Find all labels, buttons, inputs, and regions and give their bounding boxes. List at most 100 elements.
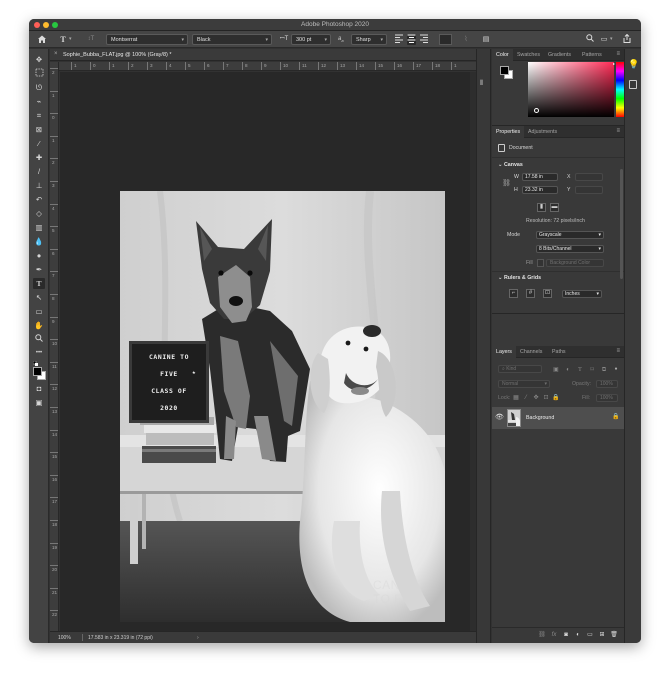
character-panel-icon[interactable]: ▤ [481, 34, 491, 45]
color-picker-ring[interactable] [534, 108, 539, 113]
hand-tool-icon[interactable]: ✋ [33, 320, 45, 331]
libraries-icon[interactable] [629, 80, 637, 89]
tab-color[interactable]: Color [492, 49, 513, 61]
tab-adjustments[interactable]: Adjustments [524, 126, 561, 138]
home-icon[interactable] [36, 34, 48, 45]
brush-tool-icon[interactable]: / [33, 166, 45, 177]
horizontal-ruler[interactable]: 1 0 1 2 3 4 5 6 7 8 9 10 11 12 13 14 15 16 17 18 1 [59, 62, 476, 71]
bit-depth-select[interactable]: 8 Bits/Channel ▾ [536, 245, 604, 253]
add-mask-icon[interactable]: ◙ [562, 631, 570, 639]
layer-effects-icon[interactable]: fx [550, 631, 558, 639]
share-icon[interactable] [622, 33, 632, 45]
history-brush-tool-icon[interactable]: ↶ [33, 194, 45, 205]
marquee-tool-icon[interactable] [33, 68, 45, 79]
filter-pixel-icon[interactable]: ▣ [552, 366, 560, 374]
lock-image-icon[interactable]: ⁄ [522, 394, 530, 402]
mode-select[interactable]: Grayscale ▾ [536, 231, 604, 239]
tab-patterns[interactable]: Patterns [578, 49, 606, 61]
lock-all-icon[interactable]: 🔒 [552, 394, 560, 402]
layer-lock-icon[interactable]: 🔒 [612, 413, 619, 420]
panel-foreground-swatch[interactable] [500, 66, 509, 75]
pen-tool-icon[interactable]: ✒ [33, 264, 45, 275]
align-right-button[interactable] [420, 34, 428, 45]
edit-toolbar-icon[interactable]: ••• [33, 348, 45, 359]
document-photo[interactable]: CANINE TO FIVE ★ CLASS OF 2020 CANINE TO… [120, 191, 445, 622]
lock-artboard-icon[interactable]: ⊡ [542, 394, 550, 402]
hue-slider-handle-icon[interactable]: ▸ [613, 61, 615, 66]
rectangle-tool-icon[interactable]: ▭ [33, 306, 45, 317]
fill-swatch[interactable] [537, 259, 544, 267]
eyedropper-tool-icon[interactable]: ⁄ [33, 138, 45, 149]
text-color-swatch[interactable] [439, 34, 452, 45]
lasso-tool-icon[interactable]: ᘎ [33, 82, 45, 93]
filter-shape-icon[interactable]: ⌑ [588, 366, 596, 374]
fill-opacity-input[interactable]: 100% [596, 394, 618, 402]
tab-paths[interactable]: Paths [548, 346, 570, 358]
layer-row-background[interactable]: 👁 Background 🔒 [492, 407, 624, 429]
screen-mode-icon[interactable]: ▣ [33, 397, 45, 408]
layer-filter-select[interactable]: ⌕ Kind [498, 365, 542, 373]
crop-tool-icon[interactable]: ⌗ [33, 110, 45, 121]
horizontal-type-tool-icon[interactable]: T [33, 278, 45, 289]
default-colors-icon[interactable] [32, 360, 38, 366]
grid-toggle-button[interactable]: # [526, 289, 535, 298]
workspace-icon[interactable]: ▭ [599, 34, 609, 45]
filter-smart-object-icon[interactable]: ⧉ [600, 366, 608, 374]
link-layers-icon[interactable]: ⛓ [538, 631, 546, 639]
filter-toggle-icon[interactable]: ● [612, 365, 620, 373]
tool-preset-chevron-icon[interactable]: ▾ [69, 34, 74, 45]
landscape-orientation-button[interactable]: ▬ [550, 203, 559, 212]
layer-name[interactable]: Background [526, 415, 554, 421]
link-dimensions-icon[interactable]: ⛓ [502, 179, 511, 187]
frame-tool-icon[interactable]: ⊠ [33, 124, 45, 135]
status-menu-icon[interactable]: › [197, 635, 199, 641]
foreground-color-swatch[interactable] [33, 367, 42, 376]
filter-type-icon[interactable]: T [576, 366, 584, 374]
orientation-toggle-icon[interactable]: ↕T [85, 34, 97, 45]
clone-stamp-tool-icon[interactable]: ⊥ [33, 180, 45, 191]
quick-mask-icon[interactable]: ◘ [33, 383, 45, 394]
blend-mode-select[interactable]: Normal ▾ [498, 380, 550, 388]
zoom-level[interactable]: 100% [58, 635, 71, 641]
canvas-pasteboard[interactable]: CANINE TO FIVE ★ CLASS OF 2020 CANINE TO… [60, 72, 476, 640]
new-adjustment-layer-icon[interactable]: ◐ [574, 631, 582, 639]
search-icon[interactable] [585, 34, 595, 45]
eraser-tool-icon[interactable]: ◇ [33, 208, 45, 219]
color-field[interactable] [528, 62, 614, 117]
portrait-orientation-button[interactable]: ▮ [537, 203, 546, 212]
font-size-select[interactable]: 300 pt ▾ [291, 34, 331, 45]
tab-swatches[interactable]: Swatches [513, 49, 544, 61]
rulers-grids-section-header[interactable]: ⌄ Rulers & Grids [498, 275, 541, 281]
ruler-units-select[interactable]: Inches ▾ [562, 290, 602, 298]
filter-adjustment-icon[interactable]: ◐ [564, 366, 572, 374]
panel-menu-icon[interactable]: ≡ [616, 128, 620, 134]
vertical-ruler[interactable]: 2101234567891011121314151617181920212223 [50, 62, 59, 643]
warp-text-icon[interactable]: ⌇ [461, 34, 471, 45]
new-layer-icon[interactable]: ⊞ [598, 631, 606, 639]
lock-position-icon[interactable]: ✥ [532, 394, 540, 402]
font-style-select[interactable]: Black ▾ [192, 34, 272, 45]
tab-gradients[interactable]: Gradients [544, 49, 575, 61]
opacity-input[interactable]: 100% [596, 380, 618, 388]
fill-select[interactable]: Background Color [546, 259, 604, 267]
layer-visibility-eye-icon[interactable]: 👁 [495, 413, 504, 421]
guides-toggle-button[interactable]: ⊡ [543, 289, 552, 298]
dodge-tool-icon[interactable]: ● [33, 250, 45, 261]
x-input[interactable] [575, 173, 603, 181]
properties-scrollbar[interactable] [620, 169, 623, 279]
quick-selection-tool-icon[interactable]: ⌁ [33, 96, 45, 107]
type-tool-icon[interactable]: T [56, 34, 70, 45]
rulers-toggle-button[interactable]: ⌐ [509, 289, 518, 298]
height-input[interactable]: 23.32 in [522, 186, 558, 194]
align-left-button[interactable] [395, 34, 403, 45]
new-group-icon[interactable]: ▭ [586, 631, 594, 639]
panel-menu-icon[interactable]: ≡ [616, 51, 620, 57]
close-tab-icon[interactable]: × [54, 51, 58, 57]
move-tool-icon[interactable]: ✥ [33, 54, 45, 65]
tab-channels[interactable]: Channels [516, 346, 546, 358]
hue-slider[interactable] [616, 62, 624, 117]
learn-icon[interactable]: 💡 [628, 59, 639, 70]
path-selection-tool-icon[interactable]: ↖ [33, 292, 45, 303]
healing-brush-tool-icon[interactable]: ✚ [33, 152, 45, 163]
font-family-select[interactable]: Montserrat ▾ [106, 34, 188, 45]
